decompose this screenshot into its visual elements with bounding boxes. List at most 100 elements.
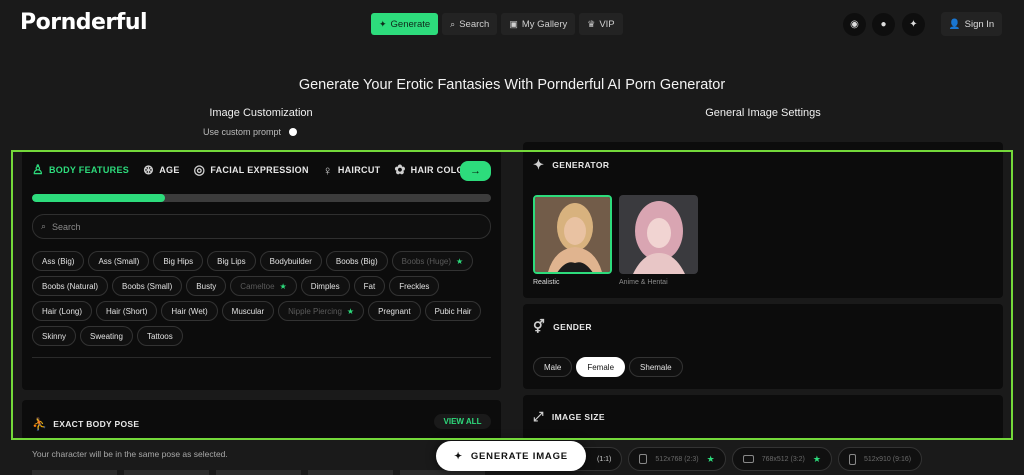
tab-label: HAIRCUT bbox=[337, 165, 381, 175]
body-feature-chip[interactable]: Busty bbox=[186, 276, 227, 296]
pose-subtitle: Your character will be in the same pose … bbox=[32, 449, 228, 459]
size-option[interactable]: 768x512 (3:2) ★ bbox=[731, 447, 832, 471]
body-feature-chip[interactable]: Bodybuilder bbox=[259, 251, 322, 271]
body-feature-chip[interactable]: Muscular bbox=[221, 301, 275, 321]
chip-label: Big Lips bbox=[217, 256, 246, 266]
pose-thumbnail[interactable] bbox=[216, 470, 301, 475]
size-option[interactable]: 512x768 (2:3) ★ bbox=[628, 447, 726, 471]
main-nav: ✦ Generate ⌕ Search ▣ My Gallery ♛ VIP bbox=[371, 13, 623, 35]
chip-label: Hair (Short) bbox=[106, 306, 148, 316]
body-feature-chip[interactable]: Sweating bbox=[80, 326, 133, 346]
body-feature-chip[interactable]: Hair (Wet) bbox=[161, 301, 218, 321]
toggle-switch[interactable] bbox=[289, 128, 298, 136]
realistic-preview-image bbox=[535, 197, 610, 272]
gallery-icon: ▣ bbox=[509, 18, 518, 29]
generate-image-button[interactable]: ✦ GENERATE IMAGE bbox=[436, 441, 586, 471]
gender-icon: ⚥ bbox=[533, 319, 546, 334]
search-field[interactable]: ⌕ Search bbox=[32, 214, 491, 239]
chip-label: Boobs (Natural) bbox=[42, 281, 99, 291]
chip-label: Pregnant bbox=[378, 306, 411, 316]
search-placeholder: Search bbox=[52, 221, 81, 232]
tab-body-features[interactable]: ♙ BODY FEATURES bbox=[32, 162, 129, 178]
crown-icon: ♛ bbox=[587, 18, 596, 29]
nav-label: Generate bbox=[390, 18, 431, 30]
nav-my-gallery[interactable]: ▣ My Gallery bbox=[501, 13, 576, 35]
reddit-icon[interactable]: ● bbox=[872, 13, 895, 36]
body-feature-chip[interactable]: Skinny bbox=[32, 326, 77, 346]
tab-label: BODY FEATURES bbox=[48, 165, 130, 175]
next-tab-button[interactable]: → bbox=[460, 161, 491, 181]
tab-age[interactable]: ⊛ AGE bbox=[143, 162, 180, 178]
body-feature-chip[interactable]: Boobs (Big) bbox=[325, 251, 388, 271]
magic-wand-icon: ✦ bbox=[533, 157, 545, 172]
arrow-right-icon: → bbox=[470, 165, 481, 177]
nav-label: VIP bbox=[599, 18, 615, 30]
size-option[interactable]: 512x910 (9:16) bbox=[837, 447, 923, 471]
page-title: Generate Your Erotic Fantasies With Porn… bbox=[298, 77, 726, 93]
body-feature-chip[interactable]: Big Hips bbox=[153, 251, 204, 271]
body-feature-chip[interactable]: Boobs (Small) bbox=[112, 276, 183, 296]
chip-label: Boobs (Big) bbox=[335, 256, 378, 266]
tab-haircut[interactable]: ♀ HAIRCUT bbox=[323, 163, 381, 178]
star-icon: ★ bbox=[706, 453, 715, 464]
twitter-icon[interactable]: ✦ bbox=[902, 13, 925, 36]
chip-label: Muscular bbox=[231, 306, 265, 316]
body-feature-chip[interactable]: Dimples bbox=[300, 276, 350, 296]
body-feature-chip[interactable]: Cameltoe ★ bbox=[230, 276, 297, 296]
tab-label: AGE bbox=[159, 165, 180, 175]
generator-option-anime[interactable] bbox=[619, 195, 698, 274]
gender-option-male[interactable]: Male bbox=[533, 357, 573, 377]
body-feature-chip[interactable]: Hair (Long) bbox=[32, 301, 93, 321]
chip-label: Boobs (Small) bbox=[122, 281, 173, 291]
body-feature-chip[interactable]: Pregnant bbox=[368, 301, 421, 321]
tab-facial-expression[interactable]: ◎ FACIAL EXPRESSION bbox=[194, 162, 309, 178]
chip-label: Tattoos bbox=[146, 331, 173, 341]
body-feature-chip[interactable]: Freckles bbox=[389, 276, 440, 296]
chip-label: Hair (Long) bbox=[42, 306, 83, 316]
body-feature-chip[interactable]: Ass (Big) bbox=[32, 251, 85, 271]
body-feature-chip[interactable]: Fat bbox=[353, 276, 386, 296]
section-label: IMAGE SIZE bbox=[551, 412, 605, 422]
nav-generate[interactable]: ✦ Generate bbox=[371, 13, 439, 35]
nav-label: My Gallery bbox=[521, 18, 568, 30]
body-feature-chip[interactable]: Pubic Hair bbox=[424, 301, 482, 321]
portrait-frame-icon bbox=[639, 454, 648, 464]
size-label: 768x512 (3:2) bbox=[761, 455, 805, 463]
custom-prompt-toggle[interactable]: Use custom prompt bbox=[203, 127, 298, 137]
nav-search[interactable]: ⌕ Search bbox=[442, 13, 498, 35]
body-feature-chip[interactable]: Hair (Short) bbox=[96, 301, 158, 321]
body-feature-options: Ass (Big) Ass (Small) Big Hips Big Lips Body… bbox=[32, 251, 494, 346]
body-feature-chip[interactable]: Boobs (Natural) bbox=[32, 276, 109, 296]
nav-vip[interactable]: ♛ VIP bbox=[579, 13, 623, 35]
category-tabs: ♙ BODY FEATURES ⊛ AGE ◎ FACIAL EXPRESSIO… bbox=[32, 162, 471, 178]
body-feature-chip[interactable]: Big Lips bbox=[207, 251, 256, 271]
generator-option-realistic[interactable] bbox=[533, 195, 612, 274]
site-logo[interactable]: Pornderful bbox=[20, 10, 148, 35]
gender-option-female[interactable]: Female bbox=[576, 357, 626, 377]
generator-heading: ✦ GENERATOR bbox=[533, 157, 609, 173]
chip-label: Cameltoe bbox=[240, 281, 275, 291]
size-label: 512x910 (9:16) bbox=[863, 455, 912, 463]
body-feature-chip[interactable]: Boobs (Huge) ★ bbox=[391, 251, 474, 271]
body-feature-chip[interactable]: Ass (Small) bbox=[88, 251, 150, 271]
body-feature-chip[interactable]: Tattoos bbox=[136, 326, 183, 346]
gender-option-shemale[interactable]: Shemale bbox=[629, 357, 683, 377]
top-bar: Pornderful ✦ Generate ⌕ Search ▣ My Gall… bbox=[0, 0, 1024, 50]
chip-label: Pubic Hair bbox=[434, 306, 472, 316]
body-feature-chip[interactable]: Nipple Piercing ★ bbox=[278, 301, 365, 321]
pose-thumbnail[interactable] bbox=[32, 470, 117, 475]
discord-icon[interactable]: ◉ bbox=[843, 13, 866, 36]
body-icon: ♙ bbox=[32, 162, 44, 177]
view-all-button[interactable]: VIEW ALL bbox=[434, 414, 491, 429]
anime-preview-image bbox=[619, 195, 698, 274]
pose-thumbnail[interactable] bbox=[308, 470, 393, 475]
sign-in-button[interactable]: 👤 Sign In bbox=[941, 12, 1002, 36]
chip-label: Fat bbox=[363, 281, 376, 291]
pose-thumbnail[interactable] bbox=[124, 470, 209, 475]
nav-label: Search bbox=[459, 18, 490, 30]
general-settings-heading: General Image Settings bbox=[705, 107, 821, 119]
pose-title-label: EXACT BODY POSE bbox=[53, 419, 140, 429]
chip-label: Ass (Small) bbox=[98, 256, 140, 266]
search-icon: ⌕ bbox=[41, 221, 47, 231]
chip-label: Ass (Big) bbox=[42, 256, 75, 266]
